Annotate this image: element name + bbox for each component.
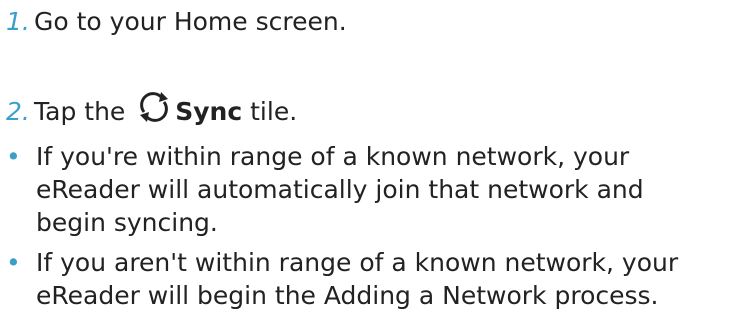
- step-2: 2. Tap the Sync tile.: [6, 88, 297, 128]
- bullet-unknown-network: • If you aren't within range of a known …: [6, 246, 731, 312]
- bullet-line: eReader will automatically join that net…: [36, 175, 644, 204]
- bullet-line: begin syncing.: [36, 208, 218, 237]
- instructions: 1. Go to your Home screen. 2. Tap the Sync…: [0, 0, 736, 328]
- step-text-suffix: tile.: [250, 97, 298, 126]
- bullet-line: eReader will begin the Adding a Network …: [36, 281, 659, 310]
- bullet-known-network: • If you're within range of a known netw…: [6, 140, 731, 239]
- step-text-prefix: Tap the: [34, 97, 126, 126]
- bullet-line: If you aren't within range of a known ne…: [36, 248, 679, 277]
- sync-icon: [135, 88, 173, 126]
- sync-tile-label: Sync: [175, 97, 243, 126]
- step-1: 1. Go to your Home screen.: [6, 6, 347, 38]
- step-number: 1.: [6, 7, 30, 36]
- bullet-line: If you're within range of a known networ…: [36, 142, 630, 171]
- bullet-marker: •: [6, 248, 21, 277]
- step-number: 2.: [6, 97, 30, 126]
- bullet-marker: •: [6, 142, 21, 171]
- step-text: Go to your Home screen.: [34, 7, 347, 36]
